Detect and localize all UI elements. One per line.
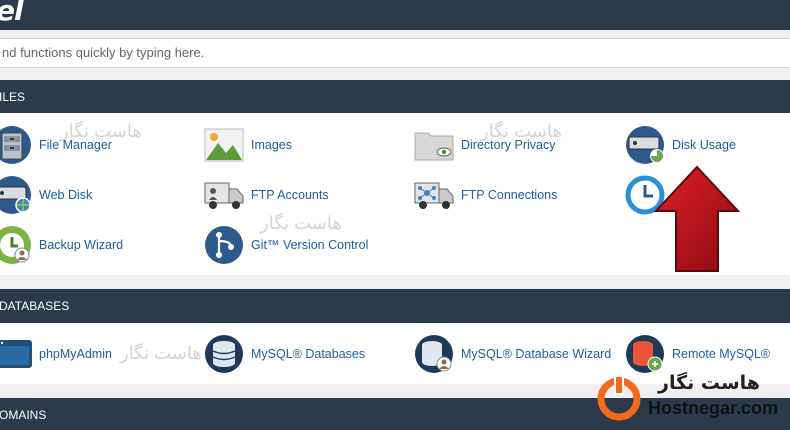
web-disk-label: Web Disk [39, 188, 93, 202]
backup-wizard-icon [0, 226, 31, 264]
cpanel-header: el [0, 0, 790, 30]
phpmyadmin-item[interactable]: phpMyAdmin [0, 334, 112, 374]
mysql-databases-label: MySQL® Databases [251, 347, 366, 361]
phpmyadmin-label: phpMyAdmin [39, 347, 112, 361]
remote-mysql-item[interactable]: Remote MySQL® [625, 334, 770, 374]
brand-fa-text: هاست نگار [658, 372, 760, 394]
ftp-accounts-label: FTP Accounts [251, 188, 329, 202]
mysql-databases-item[interactable]: MySQL® Databases [204, 334, 365, 374]
git-icon [205, 226, 243, 264]
ftp-connections-label: FTP Connections [461, 188, 558, 202]
database-wizard-icon [415, 335, 453, 373]
ftp-connections-item[interactable]: FTP Connections [414, 175, 557, 215]
folder-privacy-icon [414, 132, 454, 161]
watermark: هاست نگار [120, 343, 202, 364]
ftp-accounts-item[interactable]: FTP Accounts [204, 175, 329, 215]
file-manager-label: File Manager [39, 138, 112, 152]
databases-section-title: DATABASES [0, 299, 70, 313]
directory-privacy-item[interactable]: Directory Privacy [414, 125, 555, 165]
ftp-connections-icon [414, 182, 454, 209]
hostnegar-brand: هاست نگار Hostnegar.com [596, 370, 790, 430]
search-bar [0, 38, 790, 68]
red-arrow-annotation [653, 165, 741, 272]
ftp-truck-icon [204, 182, 244, 209]
file-cabinet-icon [0, 126, 31, 164]
backup-wizard-item[interactable]: Backup Wizard [0, 225, 123, 265]
files-section-title: ILES [0, 90, 26, 104]
mysql-database-wizard-item[interactable]: MySQL® Database Wizard [414, 334, 611, 374]
image-icon [204, 128, 244, 162]
domains-section-title: OMAINS [0, 408, 47, 422]
hostnegar-logo-icon [597, 376, 641, 421]
web-disk-icon [0, 176, 31, 214]
mysql-database-wizard-label: MySQL® Database Wizard [461, 347, 612, 361]
web-disk-item[interactable]: Web Disk [0, 175, 92, 215]
brand-en-text: Hostnegar.com [648, 398, 779, 418]
database-icon [205, 335, 243, 373]
git-version-control-item[interactable]: Git™ Version Control [204, 225, 368, 265]
remote-database-icon [626, 335, 664, 373]
databases-section-header[interactable]: DATABASES [0, 289, 790, 323]
directory-privacy-label: Directory Privacy [461, 138, 556, 152]
files-section-header[interactable]: ILES [0, 80, 790, 113]
git-version-control-label: Git™ Version Control [251, 238, 369, 252]
images-label: Images [251, 138, 292, 152]
remote-mysql-label: Remote MySQL® [672, 347, 771, 361]
file-manager-item[interactable]: File Manager [0, 125, 112, 165]
phpmyadmin-icon [0, 340, 32, 368]
search-input[interactable] [0, 39, 772, 65]
disk-usage-label: Disk Usage [672, 138, 736, 152]
disk-usage-item[interactable]: Disk Usage [625, 125, 736, 165]
images-item[interactable]: Images [204, 125, 292, 165]
cpanel-logo[interactable]: el [0, 0, 24, 27]
backup-wizard-label: Backup Wizard [39, 238, 124, 252]
watermark-line1: هاست نگار [120, 343, 202, 363]
disk-usage-icon [626, 126, 664, 164]
